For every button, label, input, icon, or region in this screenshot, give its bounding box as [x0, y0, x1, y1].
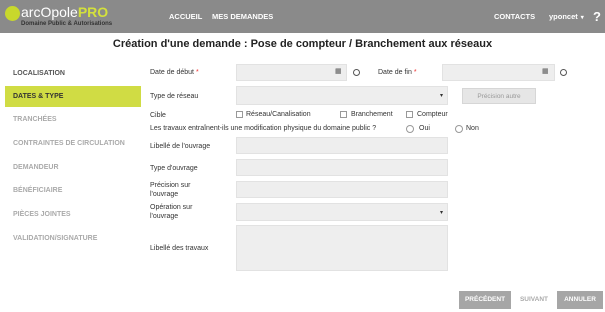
non-radio[interactable] [455, 125, 463, 133]
nav-contacts[interactable]: CONTACTS [494, 12, 535, 21]
libelle-ouvrage-input[interactable] [236, 137, 448, 154]
sidebar-item-pieces-jointes[interactable]: PIÈCES JOINTES [5, 204, 141, 225]
user-menu[interactable]: yponcet ▾ [549, 12, 584, 21]
date-fin-label: Date de fin * [378, 68, 417, 77]
libelle-ouvrage-label: Libellé de l'ouvrage [150, 143, 211, 150]
top-navbar: arcOpolePRO Domaine Public & Autorisatio… [0, 0, 605, 33]
non-radio-label: Non [466, 125, 479, 132]
sidebar-item-dates-type[interactable]: DATES & TYPE [5, 86, 141, 107]
user-name: yponcet [549, 12, 578, 21]
date-fin-text: Date de fin [378, 69, 412, 76]
sidebar-item-tranchees[interactable]: TRANCHÉES [5, 109, 141, 130]
nav-accueil[interactable]: ACCUEIL [169, 12, 202, 21]
required-mark: * [413, 69, 417, 76]
nav-mes-demandes[interactable]: MES DEMANDES [212, 12, 273, 21]
logo-icon [5, 6, 20, 21]
page-title: Création d'une demande : Pose de compteu… [112, 38, 493, 50]
logo-subtitle: Domaine Public & Autorisations [21, 21, 113, 27]
sidebar-item-contraintes[interactable]: CONTRAINTES DE CIRCULATION [5, 133, 141, 154]
libelle-travaux-label: Libellé des travaux [150, 245, 209, 252]
date-debut-text: Date de début [150, 69, 194, 76]
clock-icon[interactable] [560, 69, 567, 76]
type-reseau-label: Type de réseau [150, 93, 199, 100]
type-ouvrage-label: Type d'ouvrage [150, 165, 198, 172]
branchement-checkbox[interactable] [340, 111, 347, 118]
operation-ouvrage-line2: l'ouvrage [150, 213, 179, 220]
oui-radio-label: Oui [419, 125, 430, 132]
precedent-button[interactable]: PRÉCÉDENT [459, 291, 511, 309]
logo[interactable]: arcOpolePRO [21, 4, 108, 20]
operation-ouvrage-line1: Opération sur [150, 204, 193, 211]
annuler-button[interactable]: ANNULER [557, 291, 603, 309]
operation-ouvrage-select[interactable] [236, 203, 448, 221]
logo-text: arcOpole [21, 4, 78, 20]
sidebar-item-validation[interactable]: VALIDATION/SIGNATURE [5, 228, 141, 249]
sidebar-item-beneficiaire[interactable]: BÉNÉFICIAIRE [5, 180, 141, 201]
suivant-button[interactable]: SUIVANT [513, 291, 555, 309]
compteur-checkbox[interactable] [406, 111, 413, 118]
libelle-travaux-textarea[interactable] [236, 225, 448, 271]
type-reseau-select[interactable] [236, 86, 448, 105]
precision-ouvrage-line2: l'ouvrage [150, 191, 179, 198]
compteur-checkbox-label: Compteur [417, 111, 448, 118]
sidebar-item-localisation[interactable]: LOCALISATION [5, 63, 141, 84]
logo-pro-text: PRO [77, 4, 109, 20]
required-mark: * [195, 69, 199, 76]
calendar-icon[interactable]: ▦ [542, 67, 549, 75]
oui-radio[interactable] [406, 125, 414, 133]
precision-autre-input[interactable]: Précision autre [462, 88, 536, 104]
calendar-icon[interactable]: ▦ [335, 67, 342, 75]
modification-question: Les travaux entraînent-ils une modificat… [150, 125, 377, 132]
clock-icon[interactable] [353, 69, 360, 76]
chevron-down-icon: ▾ [580, 15, 584, 21]
date-debut-label: Date de début * [150, 68, 199, 77]
type-ouvrage-input[interactable] [236, 159, 448, 176]
sidebar-item-demandeur[interactable]: DEMANDEUR [5, 157, 141, 178]
date-debut-input[interactable] [236, 64, 347, 81]
reseau-checkbox-label: Réseau/Canalisation [246, 111, 311, 118]
branchement-checkbox-label: Branchement [351, 111, 393, 118]
precision-ouvrage-input[interactable] [236, 181, 448, 198]
date-fin-input[interactable] [442, 64, 555, 81]
chevron-down-icon: ▾ [440, 210, 444, 216]
reseau-checkbox[interactable] [236, 111, 243, 118]
operation-ouvrage-label: Opération sur l'ouvrage [150, 203, 192, 221]
precision-ouvrage-line1: Précision sur [150, 182, 191, 189]
help-icon[interactable]: ? [593, 9, 601, 24]
chevron-down-icon: ▾ [440, 93, 444, 99]
precision-ouvrage-label: Précision sur l'ouvrage [150, 181, 190, 199]
cible-label: Cible [150, 112, 166, 119]
